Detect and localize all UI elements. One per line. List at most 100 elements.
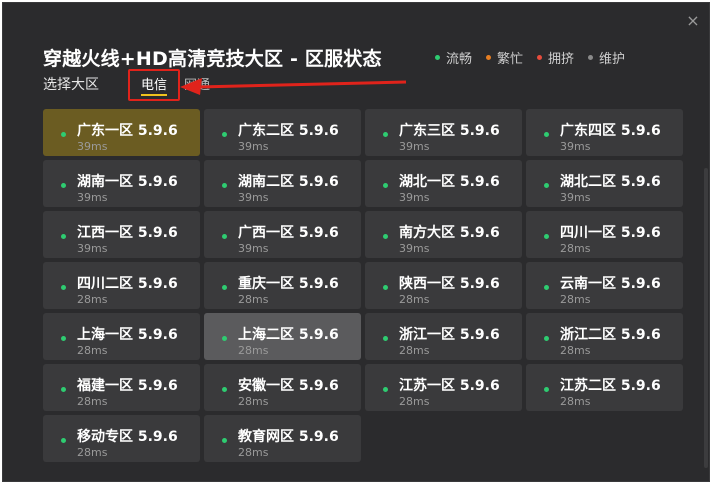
server-name: 教育网区 5.9.6 [238, 429, 339, 445]
server-card[interactable]: 广东三区 5.9.6 39ms [365, 109, 522, 156]
status-dot-icon [61, 336, 66, 341]
status-dot-icon [222, 132, 227, 137]
server-card[interactable]: 浙江一区 5.9.6 28ms [365, 313, 522, 360]
server-card[interactable]: 福建一区 5.9.6 28ms [43, 364, 200, 411]
server-card[interactable]: 浙江二区 5.9.6 28ms [526, 313, 683, 360]
status-legend: 流畅 繁忙 拥挤 维护 [435, 48, 639, 67]
legend-item-maintenance: 维护 [588, 48, 625, 67]
server-card[interactable]: 江苏一区 5.9.6 28ms [365, 364, 522, 411]
server-name: 移动专区 5.9.6 [77, 429, 178, 445]
server-name: 浙江二区 5.9.6 [560, 327, 661, 343]
server-card[interactable]: 江西一区 5.9.6 39ms [43, 211, 200, 258]
server-card[interactable]: 江苏二区 5.9.6 28ms [526, 364, 683, 411]
status-dot-icon [61, 438, 66, 443]
server-ping: 39ms [560, 140, 591, 153]
server-name: 广东四区 5.9.6 [560, 123, 661, 139]
server-ping: 28ms [77, 446, 108, 459]
server-name: 广东三区 5.9.6 [399, 123, 500, 139]
server-name: 江苏二区 5.9.6 [560, 378, 661, 394]
server-ping: 28ms [238, 446, 269, 459]
status-dot-icon [222, 183, 227, 188]
server-ping: 28ms [77, 293, 108, 306]
server-card[interactable]: 上海二区 5.9.6 28ms [204, 313, 361, 360]
server-name: 湖北一区 5.9.6 [399, 174, 500, 190]
server-name: 江苏一区 5.9.6 [399, 378, 500, 394]
server-ping: 39ms [77, 191, 108, 204]
server-card[interactable]: 湖北一区 5.9.6 39ms [365, 160, 522, 207]
server-card[interactable]: 陕西一区 5.9.6 28ms [365, 262, 522, 309]
annotation-arrow-icon [180, 78, 407, 95]
server-card[interactable]: 四川一区 5.9.6 28ms [526, 211, 683, 258]
server-ping: 28ms [560, 395, 591, 408]
server-name: 上海一区 5.9.6 [77, 327, 178, 343]
server-ping: 28ms [560, 344, 591, 357]
server-name: 陕西一区 5.9.6 [399, 276, 500, 292]
server-name: 上海二区 5.9.6 [238, 327, 339, 343]
server-card[interactable]: 上海一区 5.9.6 28ms [43, 313, 200, 360]
status-dot-icon [383, 234, 388, 239]
status-dot-icon [383, 285, 388, 290]
server-card[interactable]: 湖南一区 5.9.6 39ms [43, 160, 200, 207]
status-dot-icon [486, 55, 492, 60]
server-card[interactable]: 南方大区 5.9.6 39ms [365, 211, 522, 258]
status-dot-icon [383, 387, 388, 392]
legend-label: 拥挤 [548, 52, 575, 67]
status-dot-icon [222, 387, 227, 392]
scrollbar-thumb[interactable] [704, 168, 708, 468]
status-dot-icon [222, 234, 227, 239]
server-ping: 28ms [560, 242, 591, 255]
server-card[interactable]: 湖南二区 5.9.6 39ms [204, 160, 361, 207]
server-card[interactable]: 移动专区 5.9.6 28ms [43, 415, 200, 462]
legend-label: 维护 [599, 52, 626, 67]
status-dot-icon [544, 336, 549, 341]
dialog-title: 穿越火线+HD高清竞技大区 - 区服状态 [43, 48, 382, 70]
annotation-highlight-box [128, 69, 180, 101]
region-selector-label: 选择大区 [43, 77, 99, 93]
status-dot-icon [537, 55, 543, 60]
server-card[interactable]: 广东二区 5.9.6 39ms [204, 109, 361, 156]
server-card[interactable]: 广东四区 5.9.6 39ms [526, 109, 683, 156]
server-name: 浙江一区 5.9.6 [399, 327, 500, 343]
server-ping: 28ms [560, 293, 591, 306]
server-ping: 28ms [238, 293, 269, 306]
status-dot-icon [222, 336, 227, 341]
server-card[interactable]: 广西一区 5.9.6 39ms [204, 211, 361, 258]
server-ping: 28ms [77, 395, 108, 408]
server-card[interactable]: 湖北二区 5.9.6 39ms [526, 160, 683, 207]
server-ping: 39ms [77, 242, 108, 255]
server-name: 南方大区 5.9.6 [399, 225, 500, 241]
server-ping: 39ms [560, 191, 591, 204]
server-grid: 广东一区 5.9.6 39ms 广东二区 5.9.6 39ms 广东三区 5.9.6 39… [43, 109, 683, 462]
server-ping: 39ms [238, 140, 269, 153]
server-ping: 39ms [399, 191, 430, 204]
status-dot-icon [222, 438, 227, 443]
server-ping: 39ms [399, 140, 430, 153]
legend-label: 繁忙 [497, 52, 524, 67]
server-ping: 28ms [77, 344, 108, 357]
server-status-dialog: × 穿越火线+HD高清竞技大区 - 区服状态 流畅 繁忙 拥挤 维护 选择大区 … [2, 2, 710, 482]
server-name: 湖北二区 5.9.6 [560, 174, 661, 190]
server-name: 湖南二区 5.9.6 [238, 174, 339, 190]
server-name: 广东二区 5.9.6 [238, 123, 339, 139]
legend-item-busy: 繁忙 [486, 48, 523, 67]
server-card[interactable]: 云南一区 5.9.6 28ms [526, 262, 683, 309]
server-name: 四川二区 5.9.6 [77, 276, 178, 292]
close-icon[interactable]: × [685, 13, 701, 29]
server-name: 广西一区 5.9.6 [238, 225, 339, 241]
status-dot-icon [544, 132, 549, 137]
server-name: 广东一区 5.9.6 [77, 123, 178, 139]
legend-item-crowded: 拥挤 [537, 48, 574, 67]
legend-label: 流畅 [446, 52, 473, 67]
legend-item-smooth: 流畅 [435, 48, 472, 67]
status-dot-icon [222, 285, 227, 290]
server-ping: 28ms [399, 344, 430, 357]
server-card[interactable]: 安徽一区 5.9.6 28ms [204, 364, 361, 411]
server-card[interactable]: 重庆一区 5.9.6 28ms [204, 262, 361, 309]
server-name: 云南一区 5.9.6 [560, 276, 661, 292]
status-dot-icon [544, 285, 549, 290]
server-name: 湖南一区 5.9.6 [77, 174, 178, 190]
server-card[interactable]: 教育网区 5.9.6 28ms [204, 415, 361, 462]
server-ping: 39ms [77, 140, 108, 153]
server-card[interactable]: 四川二区 5.9.6 28ms [43, 262, 200, 309]
server-card[interactable]: 广东一区 5.9.6 39ms [43, 109, 200, 156]
